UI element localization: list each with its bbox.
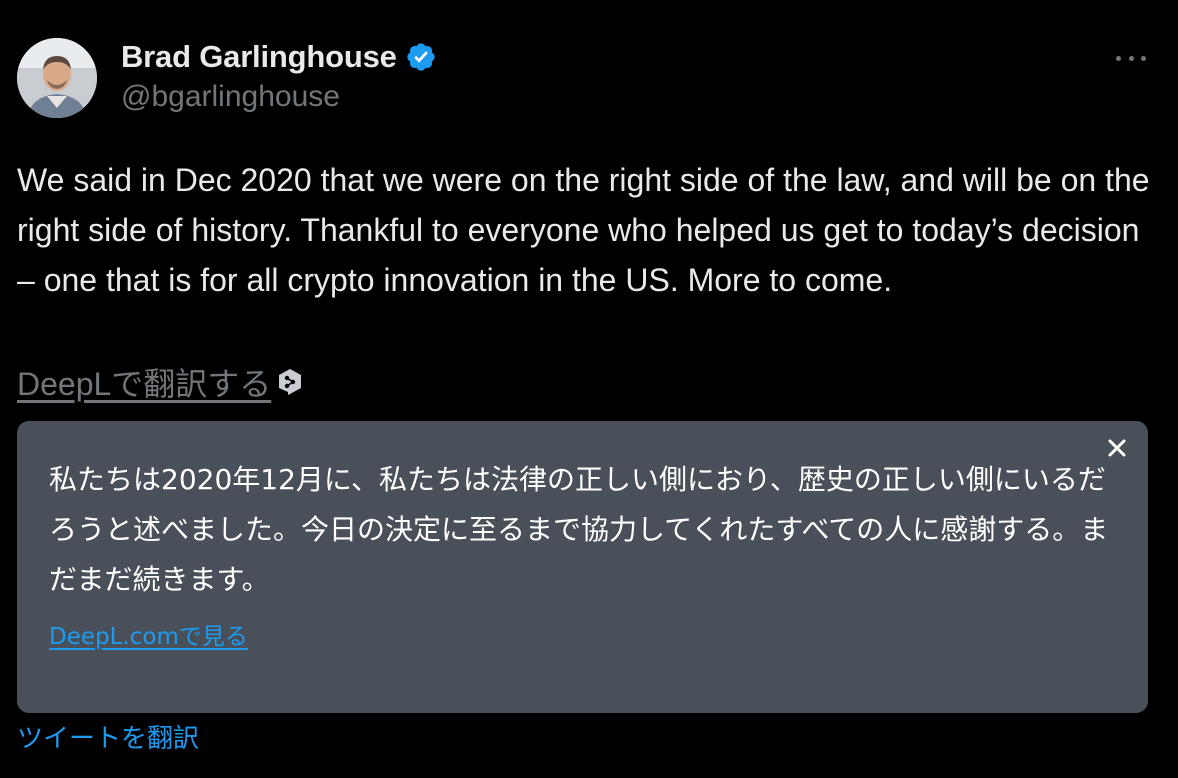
deepl-translation-card: 私たちは2020年12月に、私たちは法律の正しい側におり、歴史の正しい側にいるだ… bbox=[17, 421, 1148, 713]
verified-badge-icon bbox=[405, 41, 437, 73]
avatar[interactable] bbox=[17, 38, 97, 118]
author-name[interactable]: Brad Garlinghouse bbox=[121, 39, 397, 75]
author-name-row: Brad Garlinghouse bbox=[121, 38, 437, 76]
deepl-com-link[interactable]: DeepL.comで見る bbox=[49, 617, 248, 651]
tweet: Brad Garlinghouse @bgarlinghouse We said… bbox=[0, 0, 1178, 778]
translate-tweet-link[interactable]: ツイートを翻訳 bbox=[17, 718, 199, 755]
more-horizontal-icon[interactable] bbox=[1116, 46, 1146, 70]
translated-text: 私たちは2020年12月に、私たちは法律の正しい側におり、歴史の正しい側にいるだ… bbox=[49, 463, 1109, 596]
deepl-logo-icon bbox=[277, 368, 303, 396]
tweet-text: We said in Dec 2020 that we were on the … bbox=[17, 162, 1150, 298]
author-handle[interactable]: @bgarlinghouse bbox=[121, 80, 340, 114]
deepl-translate-row: DeepLで翻訳する bbox=[17, 357, 303, 407]
deepl-translate-link[interactable]: DeepLで翻訳する bbox=[17, 359, 271, 405]
avatar-image bbox=[17, 38, 97, 118]
